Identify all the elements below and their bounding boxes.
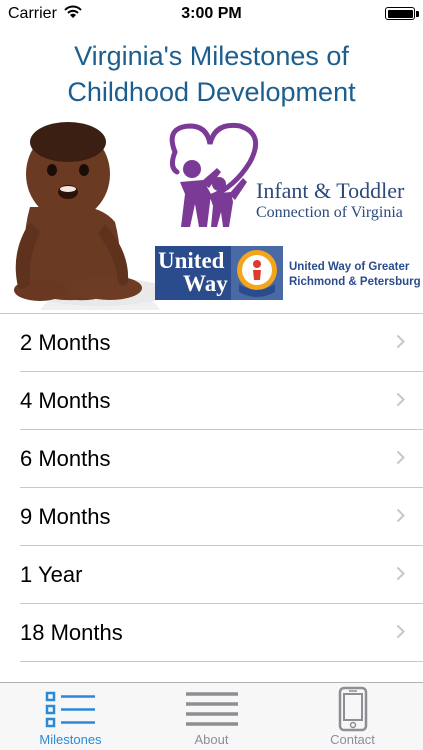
uw-caption-line-2: Richmond & Petersburg bbox=[289, 276, 421, 288]
milestones-list[interactable]: 2 Months 4 Months 6 Months 9 Months 1 Year 18… bbox=[0, 313, 423, 684]
infant-toddler-logo bbox=[169, 122, 259, 227]
clock: 3:00 PM bbox=[181, 5, 242, 22]
list-item[interactable]: 2 Months bbox=[20, 314, 423, 372]
lines-icon bbox=[185, 692, 238, 726]
baby-photo bbox=[0, 112, 160, 310]
tab-milestones[interactable]: Milestones bbox=[0, 683, 141, 750]
chevron-right-icon bbox=[396, 392, 405, 407]
united-way-caption: United Way of Greater Richmond & Petersb… bbox=[289, 260, 421, 290]
list-item[interactable]: 9 Months bbox=[20, 488, 423, 546]
tab-about[interactable]: About bbox=[141, 683, 282, 750]
list-item[interactable]: 18 Months bbox=[20, 604, 423, 662]
uw-caption-line-1: United Way of Greater bbox=[289, 261, 410, 273]
itc-name-line-2: Connection of Virginia bbox=[256, 204, 403, 221]
list-item[interactable]: 6 Months bbox=[20, 430, 423, 488]
itc-name-line-1: Infant & Toddler bbox=[256, 178, 405, 203]
title-line-1: Virginia's Milestones of bbox=[74, 41, 349, 71]
united-way-emblem-icon bbox=[231, 246, 283, 300]
chevron-right-icon bbox=[396, 334, 405, 349]
title-line-2: Childhood Development bbox=[67, 77, 356, 107]
battery-icon bbox=[385, 7, 415, 20]
tab-contact[interactable]: Contact bbox=[282, 683, 423, 750]
tab-bar: Milestones About Contact bbox=[0, 682, 423, 750]
list-item-label: 9 Months bbox=[20, 504, 111, 529]
tab-milestones-label: Milestones bbox=[39, 732, 102, 747]
list-item-label: 18 Months bbox=[20, 620, 123, 645]
page-title: Virginia's Milestones of Childhood Devel… bbox=[0, 38, 423, 110]
battery-tip bbox=[416, 11, 419, 17]
list-item-label: 6 Months bbox=[20, 446, 111, 471]
chevron-right-icon bbox=[396, 566, 405, 581]
phone-icon bbox=[338, 686, 367, 732]
list-item[interactable]: 2 Years bbox=[20, 662, 423, 684]
tab-about-label: About bbox=[194, 732, 229, 747]
chevron-right-icon bbox=[396, 508, 405, 523]
united-way-logo: United Way bbox=[155, 246, 283, 300]
tab-contact-label: Contact bbox=[330, 732, 375, 747]
list-item-label: 1 Year bbox=[20, 562, 83, 587]
chevron-right-icon bbox=[396, 450, 405, 465]
list-item[interactable]: 4 Months bbox=[20, 372, 423, 430]
list-item[interactable]: 1 Year bbox=[20, 546, 423, 604]
list-item-label: 4 Months bbox=[20, 388, 111, 413]
uw-logo-word-1: United bbox=[158, 248, 225, 273]
status-bar: Carrier 3:00 PM bbox=[0, 0, 423, 30]
uw-logo-word-2: Way bbox=[183, 271, 228, 296]
list-item-label: 2 Months bbox=[20, 330, 111, 355]
list-icon bbox=[45, 691, 95, 728]
chevron-right-icon bbox=[396, 624, 405, 639]
sponsor-banner: Infant & Toddler Connection of Virginia … bbox=[0, 112, 423, 310]
